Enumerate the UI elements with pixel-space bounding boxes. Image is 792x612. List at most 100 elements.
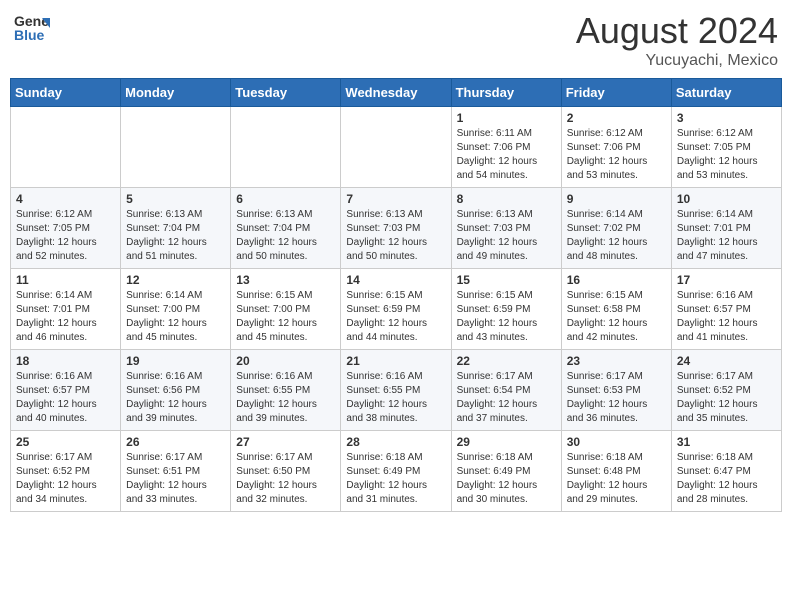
day-number: 15 <box>457 273 556 287</box>
calendar-header-row: SundayMondayTuesdayWednesdayThursdayFrid… <box>11 79 782 107</box>
day-info: Sunrise: 6:12 AM Sunset: 7:05 PM Dayligh… <box>677 127 776 183</box>
week-row-5: 25Sunrise: 6:17 AM Sunset: 6:52 PM Dayli… <box>11 431 782 512</box>
day-info: Sunrise: 6:17 AM Sunset: 6:54 PM Dayligh… <box>457 370 556 426</box>
calendar-cell: 16Sunrise: 6:15 AM Sunset: 6:58 PM Dayli… <box>561 269 671 350</box>
calendar-cell: 19 Sunrise: 6:16 AM Sunset: 6:56 PM Dayli… <box>121 350 231 431</box>
day-number: 17 <box>677 273 776 287</box>
calendar-cell: 7Sunrise: 6:13 AM Sunset: 7:03 PM Daylig… <box>341 188 451 269</box>
day-info: Sunrise: 6:18 AM Sunset: 6:49 PM Dayligh… <box>457 451 556 507</box>
day-number: 25 <box>16 435 115 449</box>
calendar-cell: 31 Sunrise: 6:18 AM Sunset: 6:47 PM Dayli… <box>671 431 781 512</box>
day-number: 2 <box>567 111 666 125</box>
column-header-monday: Monday <box>121 79 231 107</box>
day-info: Sunrise: 6:18 AM Sunset: 6:47 PM Dayligh… <box>677 451 776 507</box>
day-number: 14 <box>346 273 445 287</box>
calendar-cell: 22 Sunrise: 6:17 AM Sunset: 6:54 PM Dayli… <box>451 350 561 431</box>
day-info: Sunrise: 6:14 AM Sunset: 7:00 PM Dayligh… <box>126 289 225 345</box>
day-number: 8 <box>457 192 556 206</box>
calendar-cell: 10Sunrise: 6:14 AM Sunset: 7:01 PM Dayli… <box>671 188 781 269</box>
calendar-cell: 23 Sunrise: 6:17 AM Sunset: 6:53 PM Dayli… <box>561 350 671 431</box>
calendar-cell: 6 Sunrise: 6:13 AM Sunset: 7:04 PM Daylig… <box>231 188 341 269</box>
page-header: General Blue August 2024 Yucuyachi, Mexi… <box>10 10 782 70</box>
calendar-cell: 12 Sunrise: 6:14 AM Sunset: 7:00 PM Dayli… <box>121 269 231 350</box>
day-info: Sunrise: 6:12 AM Sunset: 7:06 PM Dayligh… <box>567 127 666 183</box>
day-number: 5 <box>126 192 225 206</box>
logo-icon: General Blue <box>14 10 50 51</box>
calendar-cell <box>11 107 121 188</box>
day-info: Sunrise: 6:16 AM Sunset: 6:55 PM Dayligh… <box>346 370 445 426</box>
day-info: Sunrise: 6:15 AM Sunset: 6:58 PM Dayligh… <box>567 289 666 345</box>
calendar-cell: 24 Sunrise: 6:17 AM Sunset: 6:52 PM Dayli… <box>671 350 781 431</box>
column-header-sunday: Sunday <box>11 79 121 107</box>
calendar-cell <box>231 107 341 188</box>
calendar-cell: 29 Sunrise: 6:18 AM Sunset: 6:49 PM Dayli… <box>451 431 561 512</box>
calendar-cell: 20 Sunrise: 6:16 AM Sunset: 6:55 PM Dayli… <box>231 350 341 431</box>
day-info: Sunrise: 6:16 AM Sunset: 6:57 PM Dayligh… <box>677 289 776 345</box>
day-info: Sunrise: 6:16 AM Sunset: 6:55 PM Dayligh… <box>236 370 335 426</box>
week-row-3: 11Sunrise: 6:14 AM Sunset: 7:01 PM Dayli… <box>11 269 782 350</box>
calendar-cell <box>121 107 231 188</box>
day-number: 24 <box>677 354 776 368</box>
calendar-table: SundayMondayTuesdayWednesdayThursdayFrid… <box>10 78 782 512</box>
day-number: 26 <box>126 435 225 449</box>
day-number: 12 <box>126 273 225 287</box>
column-header-tuesday: Tuesday <box>231 79 341 107</box>
day-info: Sunrise: 6:14 AM Sunset: 7:01 PM Dayligh… <box>16 289 115 345</box>
calendar-cell: 30Sunrise: 6:18 AM Sunset: 6:48 PM Dayli… <box>561 431 671 512</box>
calendar-cell <box>341 107 451 188</box>
calendar-cell: 1 Sunrise: 6:11 AM Sunset: 7:06 PM Daylig… <box>451 107 561 188</box>
day-info: Sunrise: 6:14 AM Sunset: 7:01 PM Dayligh… <box>677 208 776 264</box>
day-number: 18 <box>16 354 115 368</box>
day-number: 4 <box>16 192 115 206</box>
day-number: 1 <box>457 111 556 125</box>
column-header-saturday: Saturday <box>671 79 781 107</box>
calendar-cell: 28 Sunrise: 6:18 AM Sunset: 6:49 PM Dayli… <box>341 431 451 512</box>
day-number: 27 <box>236 435 335 449</box>
day-info: Sunrise: 6:17 AM Sunset: 6:53 PM Dayligh… <box>567 370 666 426</box>
day-info: Sunrise: 6:16 AM Sunset: 6:56 PM Dayligh… <box>126 370 225 426</box>
calendar-cell: 3 Sunrise: 6:12 AM Sunset: 7:05 PM Daylig… <box>671 107 781 188</box>
calendar-cell: 18 Sunrise: 6:16 AM Sunset: 6:57 PM Dayli… <box>11 350 121 431</box>
day-info: Sunrise: 6:14 AM Sunset: 7:02 PM Dayligh… <box>567 208 666 264</box>
day-info: Sunrise: 6:17 AM Sunset: 6:50 PM Dayligh… <box>236 451 335 507</box>
calendar-cell: 15 Sunrise: 6:15 AM Sunset: 6:59 PM Dayli… <box>451 269 561 350</box>
svg-text:Blue: Blue <box>14 27 45 43</box>
day-info: Sunrise: 6:11 AM Sunset: 7:06 PM Dayligh… <box>457 127 556 183</box>
calendar-cell: 25Sunrise: 6:17 AM Sunset: 6:52 PM Dayli… <box>11 431 121 512</box>
week-row-1: 1 Sunrise: 6:11 AM Sunset: 7:06 PM Daylig… <box>11 107 782 188</box>
day-info: Sunrise: 6:18 AM Sunset: 6:49 PM Dayligh… <box>346 451 445 507</box>
day-number: 20 <box>236 354 335 368</box>
column-header-friday: Friday <box>561 79 671 107</box>
day-number: 23 <box>567 354 666 368</box>
calendar-cell: 27 Sunrise: 6:17 AM Sunset: 6:50 PM Dayli… <box>231 431 341 512</box>
day-info: Sunrise: 6:13 AM Sunset: 7:03 PM Dayligh… <box>457 208 556 264</box>
day-number: 19 <box>126 354 225 368</box>
day-info: Sunrise: 6:17 AM Sunset: 6:52 PM Dayligh… <box>677 370 776 426</box>
calendar-cell: 11Sunrise: 6:14 AM Sunset: 7:01 PM Dayli… <box>11 269 121 350</box>
day-info: Sunrise: 6:15 AM Sunset: 7:00 PM Dayligh… <box>236 289 335 345</box>
week-row-4: 18 Sunrise: 6:16 AM Sunset: 6:57 PM Dayli… <box>11 350 782 431</box>
day-number: 13 <box>236 273 335 287</box>
day-info: Sunrise: 6:18 AM Sunset: 6:48 PM Dayligh… <box>567 451 666 507</box>
day-info: Sunrise: 6:13 AM Sunset: 7:04 PM Dayligh… <box>126 208 225 264</box>
location: Yucuyachi, Mexico <box>576 52 778 70</box>
day-info: Sunrise: 6:13 AM Sunset: 7:03 PM Dayligh… <box>346 208 445 264</box>
day-info: Sunrise: 6:13 AM Sunset: 7:04 PM Dayligh… <box>236 208 335 264</box>
day-info: Sunrise: 6:16 AM Sunset: 6:57 PM Dayligh… <box>16 370 115 426</box>
day-number: 9 <box>567 192 666 206</box>
calendar-cell: 13 Sunrise: 6:15 AM Sunset: 7:00 PM Dayli… <box>231 269 341 350</box>
day-number: 6 <box>236 192 335 206</box>
day-number: 22 <box>457 354 556 368</box>
day-info: Sunrise: 6:12 AM Sunset: 7:05 PM Dayligh… <box>16 208 115 264</box>
day-number: 29 <box>457 435 556 449</box>
day-number: 3 <box>677 111 776 125</box>
calendar-cell: 4 Sunrise: 6:12 AM Sunset: 7:05 PM Daylig… <box>11 188 121 269</box>
month-year: August 2024 <box>576 10 778 52</box>
day-number: 28 <box>346 435 445 449</box>
calendar-cell: 26Sunrise: 6:17 AM Sunset: 6:51 PM Dayli… <box>121 431 231 512</box>
day-number: 31 <box>677 435 776 449</box>
calendar-cell: 21 Sunrise: 6:16 AM Sunset: 6:55 PM Dayli… <box>341 350 451 431</box>
day-number: 21 <box>346 354 445 368</box>
calendar-cell: 17 Sunrise: 6:16 AM Sunset: 6:57 PM Dayli… <box>671 269 781 350</box>
day-info: Sunrise: 6:15 AM Sunset: 6:59 PM Dayligh… <box>457 289 556 345</box>
